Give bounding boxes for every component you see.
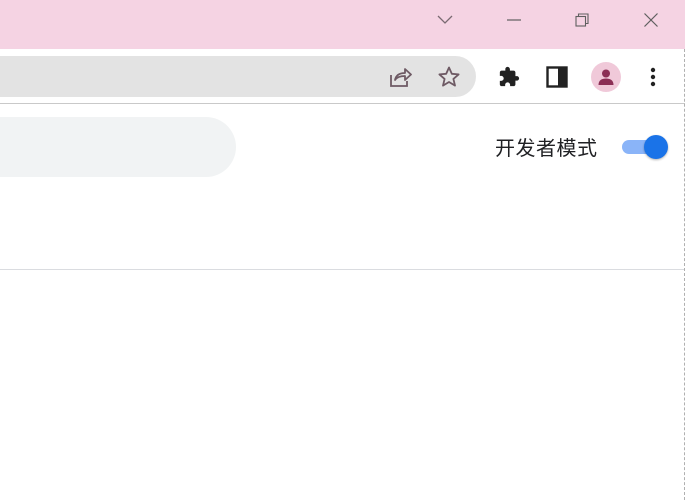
- chevron-down-icon: [437, 15, 453, 24]
- browser-toolbar: [0, 49, 685, 104]
- toggle-knob: [644, 135, 668, 159]
- extensions-icon: [499, 66, 520, 87]
- developer-mode-label: 开发者模式: [495, 136, 598, 160]
- title-bar: [0, 0, 685, 49]
- minimize-icon: [507, 19, 521, 21]
- bookmark-star-button[interactable]: [435, 64, 463, 90]
- extensions-button[interactable]: [495, 63, 523, 91]
- profile-button[interactable]: [590, 61, 622, 93]
- person-icon: [598, 69, 614, 85]
- share-icon: [390, 68, 412, 87]
- side-panel-icon: [546, 66, 568, 88]
- restore-button[interactable]: [552, 0, 612, 40]
- side-panel-button[interactable]: [543, 63, 571, 91]
- star-icon: [438, 66, 460, 87]
- close-button[interactable]: [621, 0, 681, 40]
- search-extensions-input[interactable]: [0, 117, 236, 177]
- kebab-menu-icon: [650, 67, 656, 87]
- tab-search-button[interactable]: [415, 0, 475, 40]
- close-icon: [644, 13, 658, 27]
- minimize-button[interactable]: [484, 0, 544, 40]
- browser-menu-button[interactable]: [640, 63, 666, 91]
- developer-mode-toggle[interactable]: [622, 135, 668, 159]
- share-button[interactable]: [386, 64, 414, 90]
- header-divider: [0, 269, 685, 270]
- address-bar[interactable]: [0, 56, 476, 97]
- profile-avatar: [591, 62, 621, 92]
- extensions-page: 开发者模式: [0, 104, 685, 500]
- restore-icon: [575, 13, 589, 27]
